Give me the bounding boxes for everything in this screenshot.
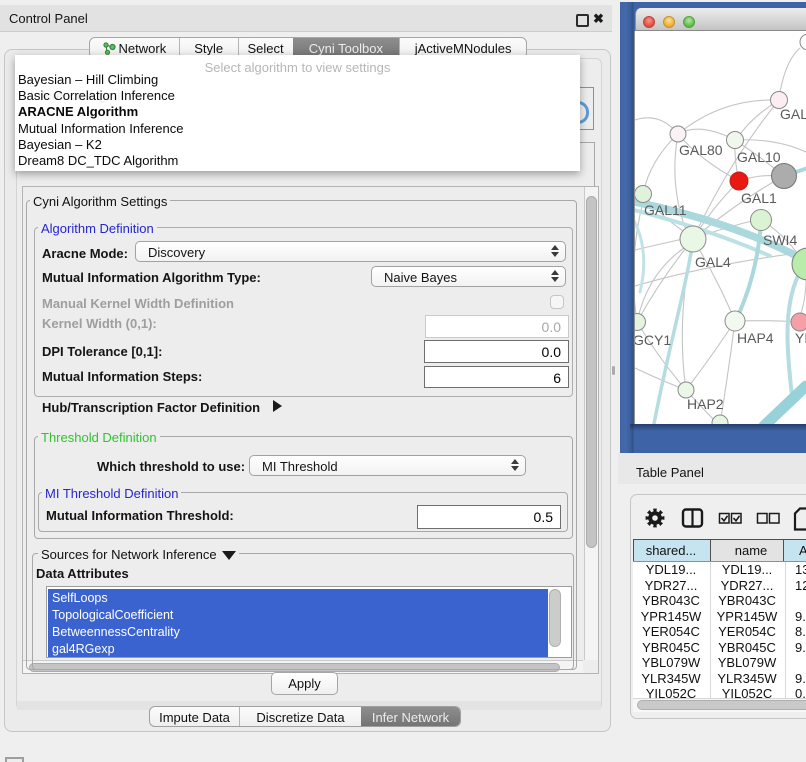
svg-text:GAL8: GAL8 xyxy=(780,106,806,122)
svg-text:GAL1: GAL1 xyxy=(741,190,777,206)
svg-text:HAP4: HAP4 xyxy=(737,330,774,346)
svg-text:GAL80: GAL80 xyxy=(679,142,723,158)
svg-text:GAL10: GAL10 xyxy=(737,149,781,165)
svg-text:GCY1: GCY1 xyxy=(635,332,671,348)
svg-text:SWI4: SWI4 xyxy=(763,232,797,248)
svg-text:GAL4: GAL4 xyxy=(695,254,731,270)
svg-text:HAP2: HAP2 xyxy=(687,396,724,412)
svg-text:YD: YD xyxy=(795,330,806,346)
svg-text:GAL11: GAL11 xyxy=(644,202,687,218)
